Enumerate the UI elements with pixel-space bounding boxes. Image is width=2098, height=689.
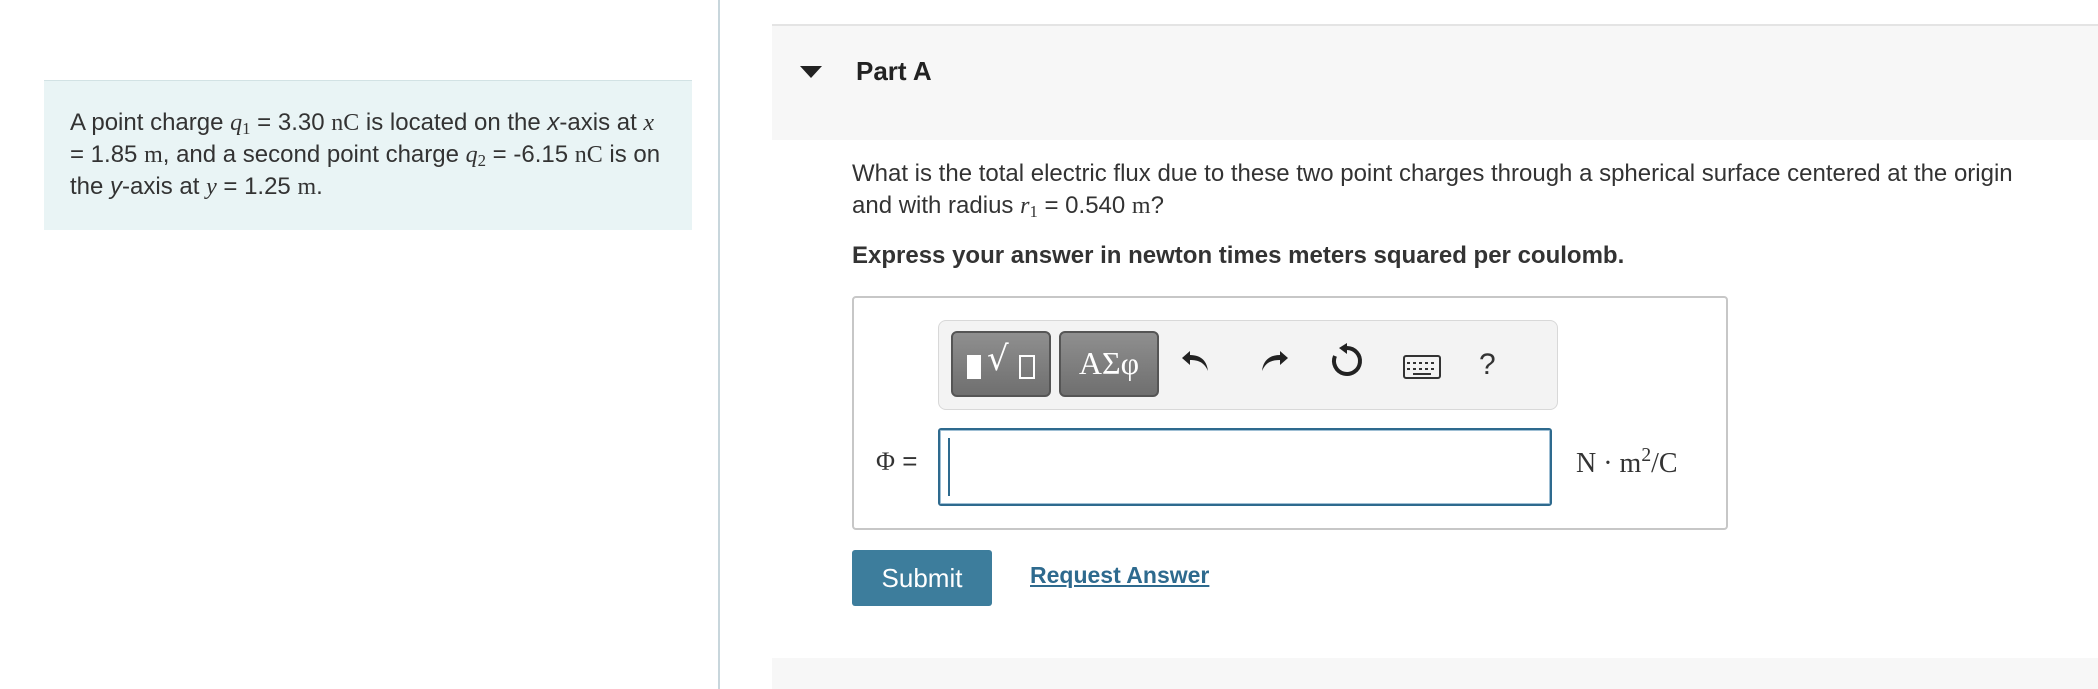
r1-symbol: r1 [1020,193,1038,222]
unit-nc: nC [574,142,603,168]
statement-text: = 3.30 [250,109,332,136]
request-answer-link[interactable]: Request Answer [1030,562,1209,589]
problem-text: A point charge q1 = 3.30 nC is located o… [70,107,666,203]
submit-button[interactable]: Submit [852,550,992,606]
x-variable: x [643,110,655,136]
undo-svg [1182,351,1208,371]
part-title: Part A [856,56,932,86]
r-subscript: 1 [1029,202,1038,222]
next-part-strip [772,658,2098,689]
units-base: N · m [1576,448,1642,479]
question-body: ? [1150,192,1164,219]
answer-input[interactable] [938,428,1552,506]
caret-down-icon[interactable] [800,66,822,78]
question-text: What is the total electric flux due to t… [852,158,2052,222]
problem-statement: A point charge q1 = 3.30 nC is located o… [44,80,692,230]
redo-svg [1262,351,1288,371]
reset-icon[interactable] [1325,343,1369,387]
answer-box: √ ΑΣφ ? Φ = N · m2/C [852,296,1728,530]
unit-m: m [1131,193,1151,219]
statement-text: is located on the [359,109,548,136]
part-header[interactable]: Part A [772,24,2098,140]
answer-instruction: Express your answer in newton times mete… [852,242,1625,269]
y-variable: y [206,174,217,200]
q2-subscript: 2 [477,151,487,171]
statement-text: = -6.15 [486,141,575,168]
equals-sign: = [895,446,918,476]
q1-symbol: q1 [230,110,251,139]
keyboard-icon[interactable] [1403,355,1441,379]
text-cursor [948,438,950,496]
q1-subscript: 1 [242,119,251,139]
statement-text: , and a second point charge [162,141,466,168]
math-toolbar: √ ΑΣφ ? [938,320,1558,410]
sqrt-icon: √ [987,339,1009,379]
box-icon [1019,355,1035,379]
unit-nc: nC [331,110,360,136]
q2-letter: q [465,142,478,168]
x-axis-label: x [547,109,560,136]
statement-text: -axis at [122,173,207,200]
units-exponent: 2 [1641,445,1652,467]
help-icon[interactable]: ? [1479,343,1496,387]
question-body: = 0.540 [1037,192,1132,219]
statement-text: A point charge [70,109,231,136]
greek-symbols-button[interactable]: ΑΣφ [1059,331,1159,397]
reset-svg [1332,343,1362,376]
column-divider [718,0,720,689]
statement-text: = 1.85 [70,141,145,168]
statement-text: . [316,173,323,200]
block-icon [967,355,981,379]
undo-icon[interactable] [1175,343,1219,387]
q1-letter: q [230,110,243,136]
redo-icon[interactable] [1251,343,1295,387]
unit-m: m [144,142,163,168]
units-tail: /C [1651,448,1678,479]
answer-label: Φ = [876,446,917,477]
answer-units: N · m2/C [1576,445,1678,480]
unit-m: m [297,174,317,200]
y-axis-label: y [110,173,123,200]
statement-text: = 1.25 [216,173,298,200]
q2-symbol: q2 [465,142,487,171]
phi-symbol: Φ [876,447,896,476]
templates-button[interactable]: √ [951,331,1051,397]
statement-text: -axis at [559,109,644,136]
